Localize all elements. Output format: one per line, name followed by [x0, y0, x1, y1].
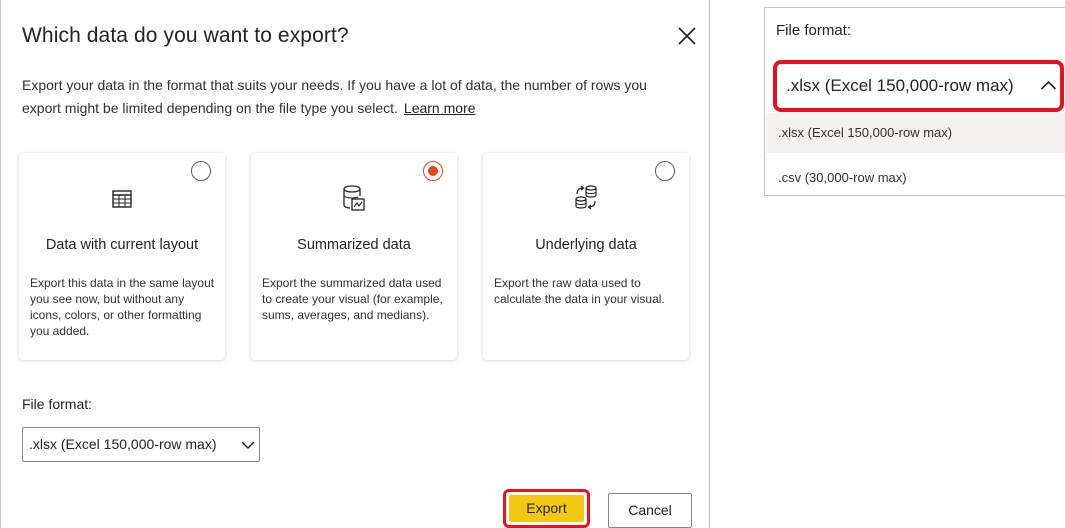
file-format-value: .xlsx (Excel 150,000-row max): [29, 436, 217, 452]
dropdown-option-csv[interactable]: .csv (30,000-row max): [766, 158, 1065, 198]
close-button[interactable]: [675, 24, 699, 48]
chevron-down-icon: [241, 441, 255, 449]
zoom-file-format-label: File format:: [776, 22, 852, 39]
file-format-dropdown[interactable]: .xlsx (Excel 150,000-row max): [22, 427, 260, 462]
dialog-description: Export your data in the format that suit…: [22, 74, 682, 120]
radio-underlying[interactable]: [655, 161, 675, 181]
zoom-file-format-dropdown[interactable]: .xlsx (Excel 150,000-row max): [773, 60, 1064, 112]
zoom-selected-value: .xlsx (Excel 150,000-row max): [786, 76, 1014, 95]
file-format-zoom-panel: File format: .xlsx (Excel 150,000-row ma…: [764, 7, 1065, 196]
radio-current-layout[interactable]: [191, 161, 211, 181]
database-chart-icon: [343, 185, 365, 211]
option-card-underlying[interactable]: Underlying data Export the raw data used…: [483, 153, 689, 360]
chevron-up-icon: [1040, 80, 1057, 90]
option-card-summarized[interactable]: Summarized data Export the summarized da…: [251, 153, 457, 360]
dialog-title: Which data do you want to export?: [22, 24, 349, 47]
option-card-current-layout[interactable]: Data with current layout Export this dat…: [19, 153, 225, 360]
file-format-label: File format:: [22, 396, 93, 412]
export-button-label: Export: [509, 495, 584, 522]
close-icon: [678, 27, 696, 45]
card-title: Underlying data: [535, 237, 637, 253]
table-grid-icon: [112, 190, 132, 208]
card-description: Export the raw data used to calculate th…: [494, 276, 665, 306]
dropdown-option-xlsx[interactable]: .xlsx (Excel 150,000-row max): [766, 113, 1065, 153]
card-description: Export the summarized data used to creat…: [262, 276, 443, 322]
description-text: Export your data in the format that suit…: [22, 77, 647, 116]
export-button[interactable]: Export: [503, 489, 590, 528]
card-title: Data with current layout: [45, 237, 199, 253]
database-sync-icon: [575, 185, 597, 210]
card-description: Export this data in the same layout you …: [30, 276, 215, 338]
card-title: Summarized data: [297, 237, 411, 253]
learn-more-link[interactable]: Learn more: [404, 100, 476, 116]
radio-summarized[interactable]: [423, 161, 443, 181]
cancel-button[interactable]: Cancel: [608, 493, 692, 528]
export-dialog: Which data do you want to export? Export…: [0, 0, 710, 528]
